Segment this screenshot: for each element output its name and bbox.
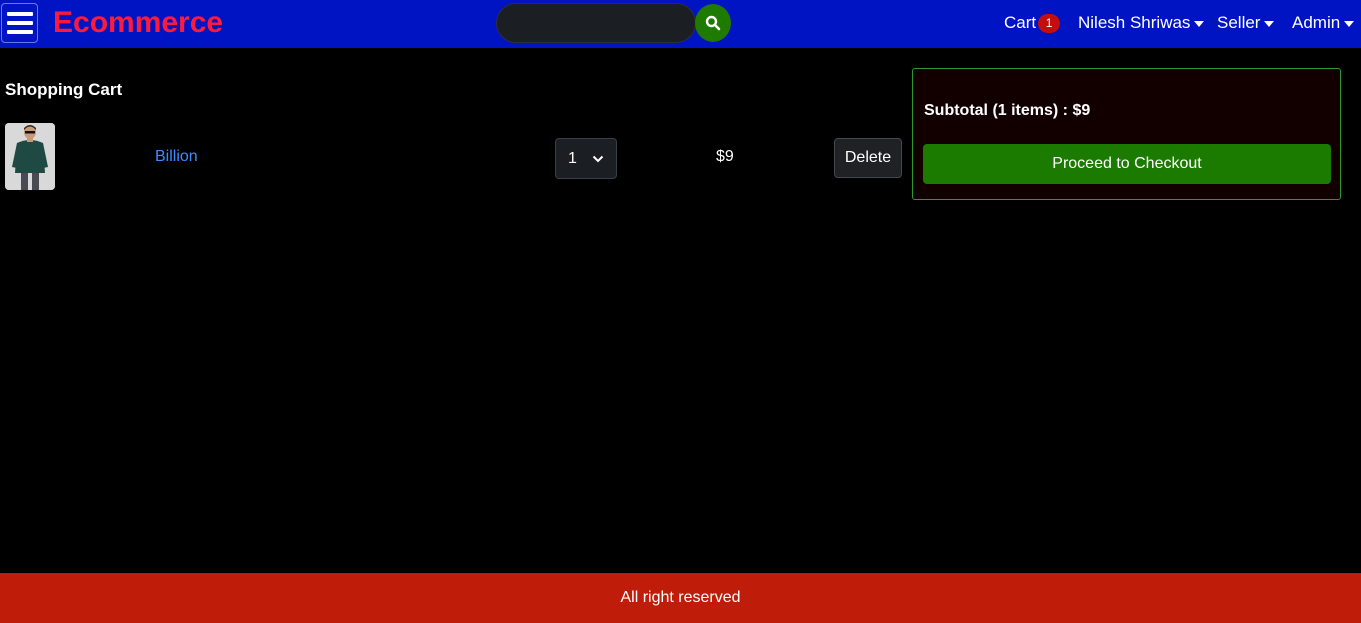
seller-menu-dropdown[interactable]: Seller <box>1217 13 1275 33</box>
product-name-link[interactable]: Billion <box>155 148 198 166</box>
chevron-down-icon <box>1194 20 1205 27</box>
footer-text: All right reserved <box>620 589 741 606</box>
navbar: Ecommerce Cart 1 Nilesh Shriwas Seller Ad… <box>0 0 1361 48</box>
hamburger-menu-icon <box>6 30 33 34</box>
user-menu-dropdown[interactable]: Nilesh Shriwas <box>1078 13 1205 33</box>
chevron-down-icon <box>1344 20 1355 27</box>
cart-link[interactable]: Cart 1 <box>1004 13 1061 33</box>
product-image[interactable] <box>5 123 55 190</box>
cart-label: Cart <box>1004 13 1037 32</box>
subtotal-text: Subtotal (1 items) : $9 <box>924 102 1091 119</box>
product-price: $9 <box>716 148 734 165</box>
chevron-down-icon <box>1264 20 1275 27</box>
footer: All right reserved <box>0 573 1361 623</box>
hamburger-menu-icon <box>6 21 33 25</box>
quantity-select[interactable]: 1 <box>555 138 617 179</box>
order-summary-card: Subtotal (1 items) : $9 Proceed to Check… <box>912 68 1341 200</box>
delete-button[interactable]: Delete <box>834 138 902 178</box>
search-icon <box>705 15 721 31</box>
chevron-down-icon <box>592 155 604 162</box>
admin-menu-dropdown[interactable]: Admin <box>1292 13 1355 33</box>
quantity-value: 1 <box>568 149 577 167</box>
hamburger-menu-button[interactable] <box>1 3 38 43</box>
search-button[interactable] <box>695 4 731 42</box>
product-photo <box>5 123 55 190</box>
proceed-to-checkout-button[interactable]: Proceed to Checkout <box>923 144 1331 184</box>
user-menu-label: Nilesh Shriwas <box>1078 13 1191 32</box>
hamburger-menu-icon <box>6 12 33 16</box>
page-title: Shopping Cart <box>5 80 123 99</box>
search-input[interactable] <box>496 3 696 43</box>
brand-logo[interactable]: Ecommerce <box>53 6 223 40</box>
cart-count-badge: 1 <box>1038 14 1061 33</box>
admin-menu-label: Admin <box>1292 13 1341 32</box>
seller-menu-label: Seller <box>1217 13 1261 32</box>
